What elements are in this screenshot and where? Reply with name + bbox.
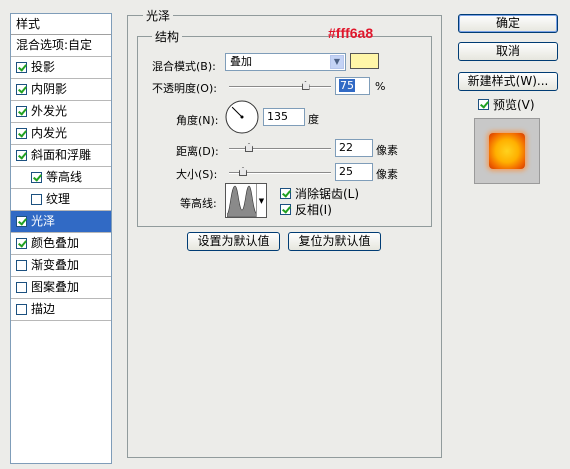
style-item[interactable]: 混合选项:自定 — [11, 35, 111, 57]
opacity-value: 75 — [339, 79, 355, 92]
angle-input[interactable]: 135 — [263, 108, 305, 126]
styles-list: 样式 混合选项:自定投影内阴影外发光内发光斜面和浮雕等高线纹理光泽颜色叠加渐变叠… — [10, 13, 112, 464]
style-item-checkbox[interactable] — [31, 194, 42, 205]
style-item-checkbox[interactable] — [16, 62, 27, 73]
style-item-checkbox[interactable] — [16, 304, 27, 315]
preview-checkbox[interactable]: 预览(V) — [478, 96, 535, 113]
style-item-label: 纹理 — [46, 192, 71, 206]
style-item[interactable]: 图案叠加 — [11, 277, 111, 299]
angle-unit: 度 — [308, 113, 319, 126]
style-item-label: 颜色叠加 — [31, 236, 80, 250]
style-item[interactable]: 外发光 — [11, 101, 111, 123]
style-item-checkbox[interactable] — [16, 106, 27, 117]
style-item-label: 内发光 — [31, 126, 68, 140]
gloss-title: 光泽 — [143, 7, 174, 24]
angle-dial[interactable] — [224, 99, 260, 135]
style-item[interactable]: 渐变叠加 — [11, 255, 111, 277]
style-item[interactable]: 内发光 — [11, 123, 111, 145]
style-item[interactable]: 光泽 — [11, 211, 111, 233]
distance-slider-track[interactable] — [229, 148, 331, 150]
style-item[interactable]: 斜面和浮雕 — [11, 145, 111, 167]
contour-label: 等高线: — [180, 197, 217, 210]
opacity-input[interactable]: 75 — [335, 77, 370, 95]
style-item-checkbox[interactable] — [16, 84, 27, 95]
opacity-unit: % — [375, 80, 386, 93]
size-label: 大小(S): — [176, 168, 218, 181]
styles-header: 样式 — [11, 14, 111, 35]
preview-label: 预览(V) — [493, 98, 535, 112]
distance-value: 22 — [339, 141, 353, 154]
angle-value: 135 — [267, 110, 288, 123]
blend-mode-label: 混合模式(B): — [152, 60, 216, 73]
size-unit: 像素 — [376, 168, 398, 181]
invert-checkbox-box[interactable] — [280, 204, 291, 215]
blend-mode-value: 叠加 — [230, 55, 252, 68]
style-item-checkbox[interactable] — [16, 150, 27, 161]
blend-mode-select[interactable]: 叠加 ▼ — [225, 53, 346, 71]
style-item-checkbox[interactable] — [16, 216, 27, 227]
style-item[interactable]: 投影 — [11, 57, 111, 79]
chevron-down-icon: ▼ — [330, 55, 344, 69]
size-value: 25 — [339, 165, 353, 178]
preview-square-icon — [489, 133, 525, 169]
style-item-label: 混合选项:自定 — [16, 38, 93, 52]
structure-title: 结构 — [152, 28, 183, 45]
set-default-button[interactable]: 设置为默认值 — [187, 232, 280, 251]
contour-dropdown-arrow-icon[interactable]: ▼ — [256, 184, 266, 217]
style-item-label: 渐变叠加 — [31, 258, 80, 272]
style-item[interactable]: 内阴影 — [11, 79, 111, 101]
style-item-checkbox[interactable] — [16, 260, 27, 271]
antialias-checkbox[interactable]: 消除锯齿(L) — [280, 185, 359, 202]
angle-label: 角度(N): — [176, 114, 219, 127]
style-item[interactable]: 等高线 — [11, 167, 111, 189]
style-item-checkbox[interactable] — [16, 282, 27, 293]
preview-checkbox-box[interactable] — [478, 99, 489, 110]
reset-default-button[interactable]: 复位为默认值 — [288, 232, 381, 251]
contour-picker[interactable]: ▼ — [225, 183, 267, 218]
style-item-label: 图案叠加 — [31, 280, 80, 294]
style-item-label: 内阴影 — [31, 82, 68, 96]
new-style-button[interactable]: 新建样式(W)... — [458, 72, 558, 91]
size-input[interactable]: 25 — [335, 163, 373, 181]
distance-unit: 像素 — [376, 144, 398, 157]
contour-curve-icon — [227, 185, 257, 217]
style-item[interactable]: 颜色叠加 — [11, 233, 111, 255]
style-item[interactable]: 描边 — [11, 299, 111, 321]
styles-items: 混合选项:自定投影内阴影外发光内发光斜面和浮雕等高线纹理光泽颜色叠加渐变叠加图案… — [11, 35, 111, 321]
style-preview-thumbnail — [474, 118, 540, 184]
ok-button[interactable]: 确定 — [458, 14, 558, 33]
style-item-label: 光泽 — [31, 214, 56, 228]
invert-checkbox[interactable]: 反相(I) — [280, 201, 332, 218]
style-item-label: 投影 — [31, 60, 56, 74]
opacity-slider-track[interactable] — [229, 86, 331, 88]
style-item-label: 等高线 — [46, 170, 83, 184]
antialias-label: 消除锯齿(L) — [295, 187, 360, 201]
color-annotation: #fff6a8 — [328, 25, 374, 41]
distance-label: 距离(D): — [176, 145, 219, 158]
opacity-label: 不透明度(O): — [152, 82, 217, 95]
style-item-checkbox[interactable] — [16, 128, 27, 139]
blend-color-swatch[interactable] — [350, 53, 379, 69]
invert-label: 反相(I) — [295, 203, 332, 217]
antialias-checkbox-box[interactable] — [280, 188, 291, 199]
style-item-label: 描边 — [31, 302, 56, 316]
style-item-checkbox[interactable] — [31, 172, 42, 183]
distance-input[interactable]: 22 — [335, 139, 373, 157]
cancel-button[interactable]: 取消 — [458, 42, 558, 61]
style-item-label: 外发光 — [31, 104, 68, 118]
style-item-label: 斜面和浮雕 — [31, 148, 92, 162]
style-item[interactable]: 纹理 — [11, 189, 111, 211]
style-item-checkbox[interactable] — [16, 238, 27, 249]
